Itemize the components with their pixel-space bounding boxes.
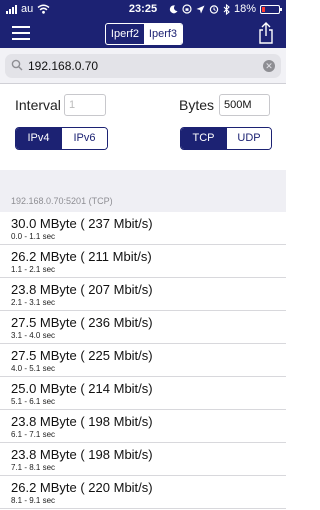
tab-iperf2[interactable]: Iperf2 (106, 24, 144, 44)
clear-icon[interactable]: ✕ (263, 60, 275, 72)
lock-rotation-icon (182, 4, 192, 14)
battery-percent: 18% (233, 3, 256, 15)
result-interval: 1.1 - 2.1 sec (11, 265, 56, 274)
result-row[interactable]: 27.5 MByte ( 236 Mbit/s) 3.1 - 4.0 sec (0, 311, 286, 344)
protocol-toggle: TCP UDP (180, 127, 272, 150)
result-transfer: 30.0 MByte ( 237 Mbit/s) (11, 216, 153, 231)
moon-icon (169, 4, 178, 13)
bytes-label: Bytes (179, 97, 215, 113)
bytes-input[interactable]: 500M (219, 94, 270, 116)
result-row[interactable]: 23.8 MByte ( 198 Mbit/s) 7.1 - 8.1 sec (0, 443, 286, 476)
interval-label: Interval (15, 97, 61, 113)
result-interval: 6.1 - 7.1 sec (11, 430, 56, 439)
result-row[interactable]: 25.0 MByte ( 214 Mbit/s) 5.1 - 6.1 sec (0, 377, 286, 410)
search-bar: 192.168.0.70 ✕ (0, 48, 286, 84)
result-transfer: 25.0 MByte ( 214 Mbit/s) (11, 381, 153, 396)
iperf-version-toggle: Iperf2 Iperf3 (105, 23, 183, 45)
result-row[interactable]: 27.5 MByte ( 225 Mbit/s) 4.0 - 5.1 sec (0, 344, 286, 377)
result-interval: 8.1 - 9.1 sec (11, 496, 56, 505)
result-transfer: 23.8 MByte ( 207 Mbit/s) (11, 282, 153, 297)
result-interval: 5.1 - 6.1 sec (11, 397, 56, 406)
search-icon (11, 59, 23, 71)
share-icon[interactable] (258, 21, 274, 45)
results-section-header: 192.168.0.70:5201 (TCP) (0, 170, 286, 212)
result-row[interactable]: 30.0 MByte ( 237 Mbit/s) 0.0 - 1.1 sec (0, 212, 286, 245)
result-transfer: 27.5 MByte ( 236 Mbit/s) (11, 315, 153, 330)
result-row[interactable]: 23.8 MByte ( 198 Mbit/s) 6.1 - 7.1 sec (0, 410, 286, 443)
udp-option[interactable]: UDP (226, 128, 271, 149)
result-row[interactable]: 26.2 MByte ( 211 Mbit/s) 1.1 - 2.1 sec (0, 245, 286, 278)
status-right: 18% (169, 3, 282, 15)
menu-icon[interactable] (12, 26, 30, 40)
bluetooth-icon (223, 3, 230, 15)
result-transfer: 26.2 MByte ( 211 Mbit/s) (11, 249, 152, 264)
result-row[interactable]: 26.2 MByte ( 220 Mbit/s) 8.1 - 9.1 sec (0, 476, 286, 509)
result-interval: 3.1 - 4.0 sec (11, 331, 56, 340)
results-list: 30.0 MByte ( 237 Mbit/s) 0.0 - 1.1 sec 26.… (0, 212, 286, 509)
location-icon (196, 5, 205, 13)
result-transfer: 23.8 MByte ( 198 Mbit/s) (11, 447, 153, 462)
result-transfer: 27.5 MByte ( 225 Mbit/s) (11, 348, 153, 363)
navigation-bar: Iperf2 Iperf3 (0, 20, 286, 48)
result-transfer: 26.2 MByte ( 220 Mbit/s) (11, 480, 153, 495)
result-transfer: 23.8 MByte ( 198 Mbit/s) (11, 414, 153, 429)
server-address-header: 192.168.0.70:5201 (TCP) (11, 196, 113, 206)
host-search-field[interactable]: 192.168.0.70 ✕ (5, 54, 281, 78)
tcp-option[interactable]: TCP (181, 128, 226, 149)
status-bar: au 23:25 18% (0, 0, 286, 20)
ipv4-option[interactable]: IPv4 (16, 128, 61, 149)
host-input-value[interactable]: 192.168.0.70 (28, 59, 98, 73)
result-interval: 0.0 - 1.1 sec (11, 232, 56, 241)
ipv6-option[interactable]: IPv6 (61, 128, 107, 149)
result-interval: 7.1 - 8.1 sec (11, 463, 56, 472)
battery-icon (260, 4, 282, 14)
result-interval: 4.0 - 5.1 sec (11, 364, 56, 373)
ip-version-toggle: IPv4 IPv6 (15, 127, 108, 150)
result-row[interactable]: 23.8 MByte ( 207 Mbit/s) 2.1 - 3.1 sec (0, 278, 286, 311)
tab-iperf3[interactable]: Iperf3 (144, 24, 182, 44)
battery-level (262, 6, 265, 12)
alarm-icon (209, 5, 219, 14)
result-interval: 2.1 - 3.1 sec (11, 298, 56, 307)
interval-input[interactable]: 1 (64, 94, 106, 116)
